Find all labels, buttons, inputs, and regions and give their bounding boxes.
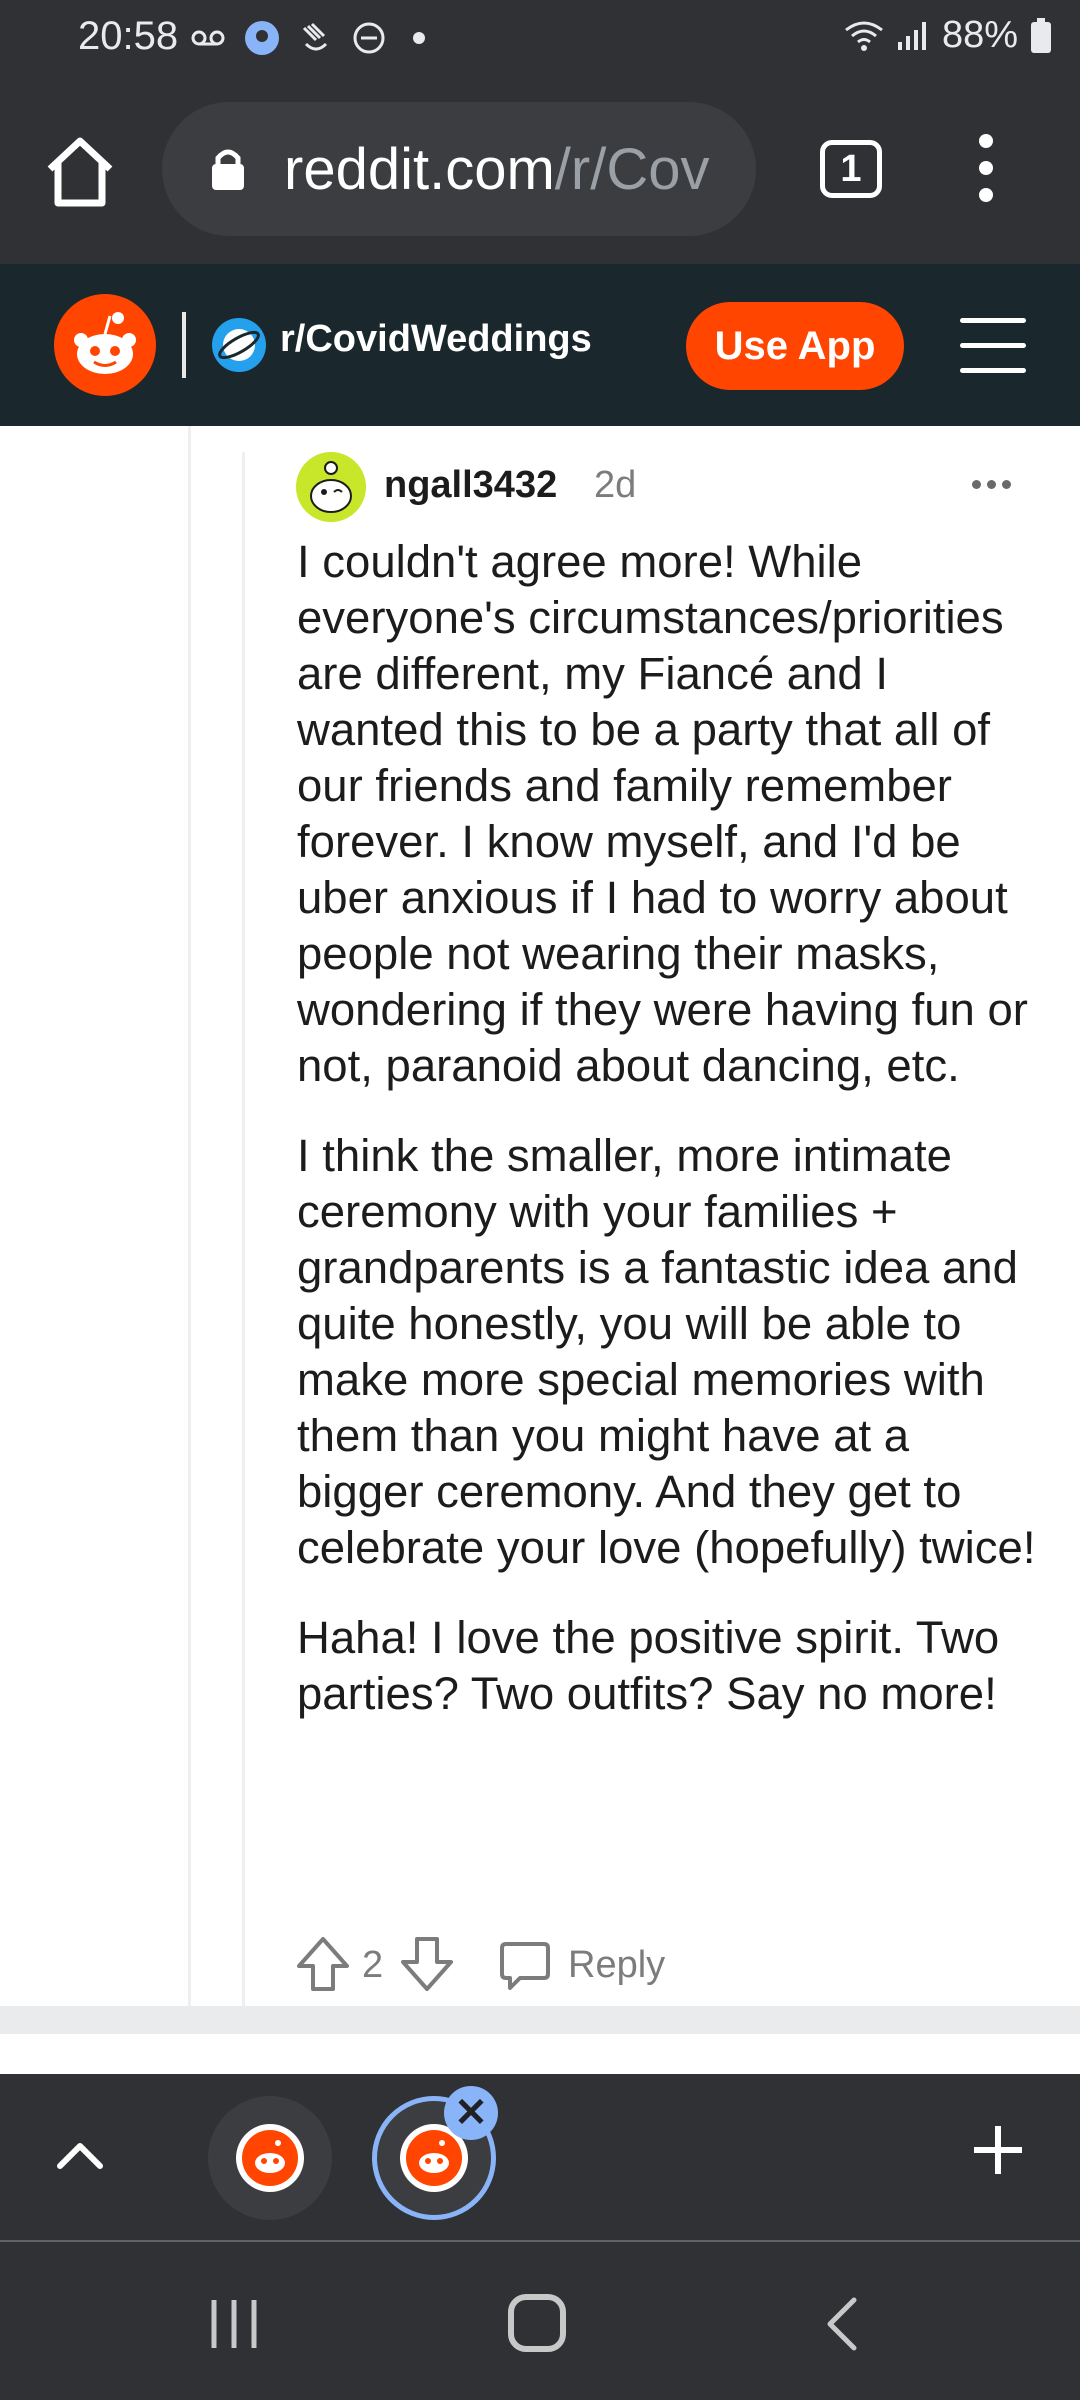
status-icons-left: [190, 20, 434, 56]
more-dot: [987, 480, 996, 489]
url-domain: reddit.com: [284, 137, 555, 202]
comment-age: 2d: [594, 464, 637, 506]
voicemail-icon: [191, 30, 225, 46]
battery-icon: [1031, 17, 1051, 53]
user-avatar[interactable]: [296, 452, 366, 522]
chevron-up-icon[interactable]: [50, 2130, 110, 2180]
menu-dot: [979, 161, 993, 175]
signal-icon: [897, 21, 926, 50]
upvote-icon[interactable]: [296, 1936, 350, 1992]
thread-line[interactable]: [188, 426, 191, 2006]
more-dot: [1002, 480, 1011, 489]
comment-paragraph: Haha! I love the positive spirit. Two pa…: [297, 1612, 1000, 1719]
nav-divider: [0, 2240, 1080, 2242]
tab-strip: ✕: [0, 2074, 1080, 2240]
tab-switcher-button[interactable]: 1: [820, 140, 882, 198]
subreddit-name[interactable]: r/CovidWeddings: [280, 318, 592, 361]
browser-toolbar: reddit.com/r/Cov 1: [0, 78, 1080, 264]
back-icon[interactable]: [822, 2296, 862, 2352]
battery-percent: 88%: [941, 14, 1018, 56]
reply-icon[interactable]: [498, 1940, 552, 1992]
comment-username[interactable]: ngall3432: [384, 464, 557, 507]
downvote-icon[interactable]: [400, 1936, 454, 1992]
system-nav-bar: [0, 2240, 1080, 2400]
lock-icon: [212, 149, 244, 190]
status-icons-right: 88%: [844, 14, 1052, 57]
comment-actions: 2 Reply: [296, 1936, 716, 1996]
thread-line[interactable]: [242, 452, 245, 2006]
tab-thumbnail[interactable]: [208, 2096, 332, 2220]
menu-dot: [979, 134, 993, 148]
more-dot: [972, 480, 981, 489]
url-text: reddit.com/r/Cov: [284, 136, 709, 203]
recent-apps-icon[interactable]: [206, 2296, 262, 2352]
dnd-icon: [353, 22, 385, 54]
location-icon: [245, 21, 279, 55]
next-card-edge: [0, 2034, 1080, 2074]
hamburger-menu-icon[interactable]: [960, 318, 1026, 374]
header-divider: [182, 312, 186, 378]
address-bar[interactable]: reddit.com/r/Cov: [162, 102, 756, 236]
hamburger-line: [960, 343, 1026, 348]
status-time: 20:58: [78, 14, 179, 58]
new-tab-icon[interactable]: [968, 2120, 1028, 2180]
reply-button[interactable]: Reply: [568, 1944, 665, 1987]
use-app-button[interactable]: Use App: [686, 302, 904, 390]
close-tab-icon[interactable]: ✕: [444, 2086, 498, 2140]
hamburger-line: [960, 318, 1026, 323]
reddit-logo-icon[interactable]: [54, 294, 156, 396]
hamburger-line: [960, 368, 1026, 373]
comment-thread: ngall3432 2d I couldn't agree more! Whil…: [0, 426, 1080, 2006]
subreddit-icon[interactable]: [212, 318, 266, 372]
status-bar: 20:58 88%: [0, 0, 1080, 78]
comment-body: I couldn't agree more! While everyone's …: [297, 534, 1037, 1756]
comment-paragraph: I think the smaller, more intimate cerem…: [297, 1130, 1036, 1573]
vote-score: 2: [362, 1944, 384, 1986]
gesture-icon: [302, 22, 328, 51]
dot-icon: [413, 32, 425, 44]
home-icon[interactable]: [40, 133, 120, 213]
section-separator: [0, 2006, 1080, 2034]
browser-menu-button[interactable]: [966, 134, 1006, 214]
menu-dot: [979, 188, 993, 202]
comment-paragraph: I couldn't agree more! While everyone's …: [297, 536, 1028, 1091]
home-nav-icon[interactable]: [508, 2294, 566, 2352]
more-options-icon[interactable]: [972, 476, 1022, 492]
reddit-header: r/CovidWeddings Use App: [0, 264, 1080, 426]
reddit-favicon-icon: [236, 2124, 304, 2192]
url-path: /r/Cov: [554, 137, 710, 202]
wifi-icon: [845, 21, 883, 51]
